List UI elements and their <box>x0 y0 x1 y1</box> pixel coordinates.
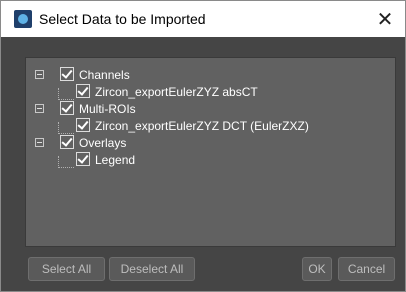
tree-connector <box>58 133 74 134</box>
tree-item-multi-rois[interactable]: Multi-ROIs <box>35 101 375 117</box>
cancel-button[interactable]: Cancel <box>338 257 395 281</box>
tree-item-multiroi-dct[interactable]: Zircon_exportEulerZYZ DCT (EulerZXZ) <box>76 118 391 134</box>
tree-item-label: Overlays <box>79 136 127 150</box>
app-logo-icon <box>14 10 32 28</box>
tree-item-channels[interactable]: Channels <box>35 67 375 83</box>
collapse-minus-icon[interactable] <box>35 138 44 147</box>
tree-item-channel-absct[interactable]: Zircon_exportEulerZYZ absCT <box>76 84 386 100</box>
close-icon[interactable]: ✕ <box>365 3 405 35</box>
tree-item-label: Zircon_exportEulerZYZ absCT <box>95 85 258 99</box>
title-bar: Select Data to be Imported ✕ <box>1 1 405 37</box>
checkbox-checked-icon[interactable] <box>60 135 74 149</box>
tree-item-overlay-legend[interactable]: Legend <box>76 152 276 168</box>
import-dialog: Select Data to be Imported ✕ Channels Zi… <box>0 0 406 292</box>
checkbox-checked-icon[interactable] <box>60 67 74 81</box>
tree-item-label: Zircon_exportEulerZYZ DCT (EulerZXZ) <box>95 119 309 133</box>
data-tree: Channels Zircon_exportEulerZYZ absCT Mul… <box>25 57 396 247</box>
checkbox-checked-icon[interactable] <box>60 101 74 115</box>
tree-item-label: Channels <box>79 68 130 82</box>
tree-item-label: Multi-ROIs <box>79 102 136 116</box>
tree-connector <box>58 167 74 168</box>
ok-button[interactable]: OK <box>302 257 332 281</box>
tree-item-overlays[interactable]: Overlays <box>35 135 375 151</box>
checkbox-checked-icon[interactable] <box>76 84 90 98</box>
dialog-title: Select Data to be Imported <box>39 11 206 27</box>
select-all-button[interactable]: Select All <box>28 257 105 281</box>
tree-item-label: Legend <box>95 153 136 167</box>
deselect-all-button[interactable]: Deselect All <box>109 257 195 281</box>
checkbox-checked-icon[interactable] <box>76 152 90 166</box>
collapse-minus-icon[interactable] <box>35 104 44 113</box>
collapse-minus-icon[interactable] <box>35 70 44 79</box>
tree-connector <box>58 99 74 100</box>
checkbox-checked-icon[interactable] <box>76 118 90 132</box>
